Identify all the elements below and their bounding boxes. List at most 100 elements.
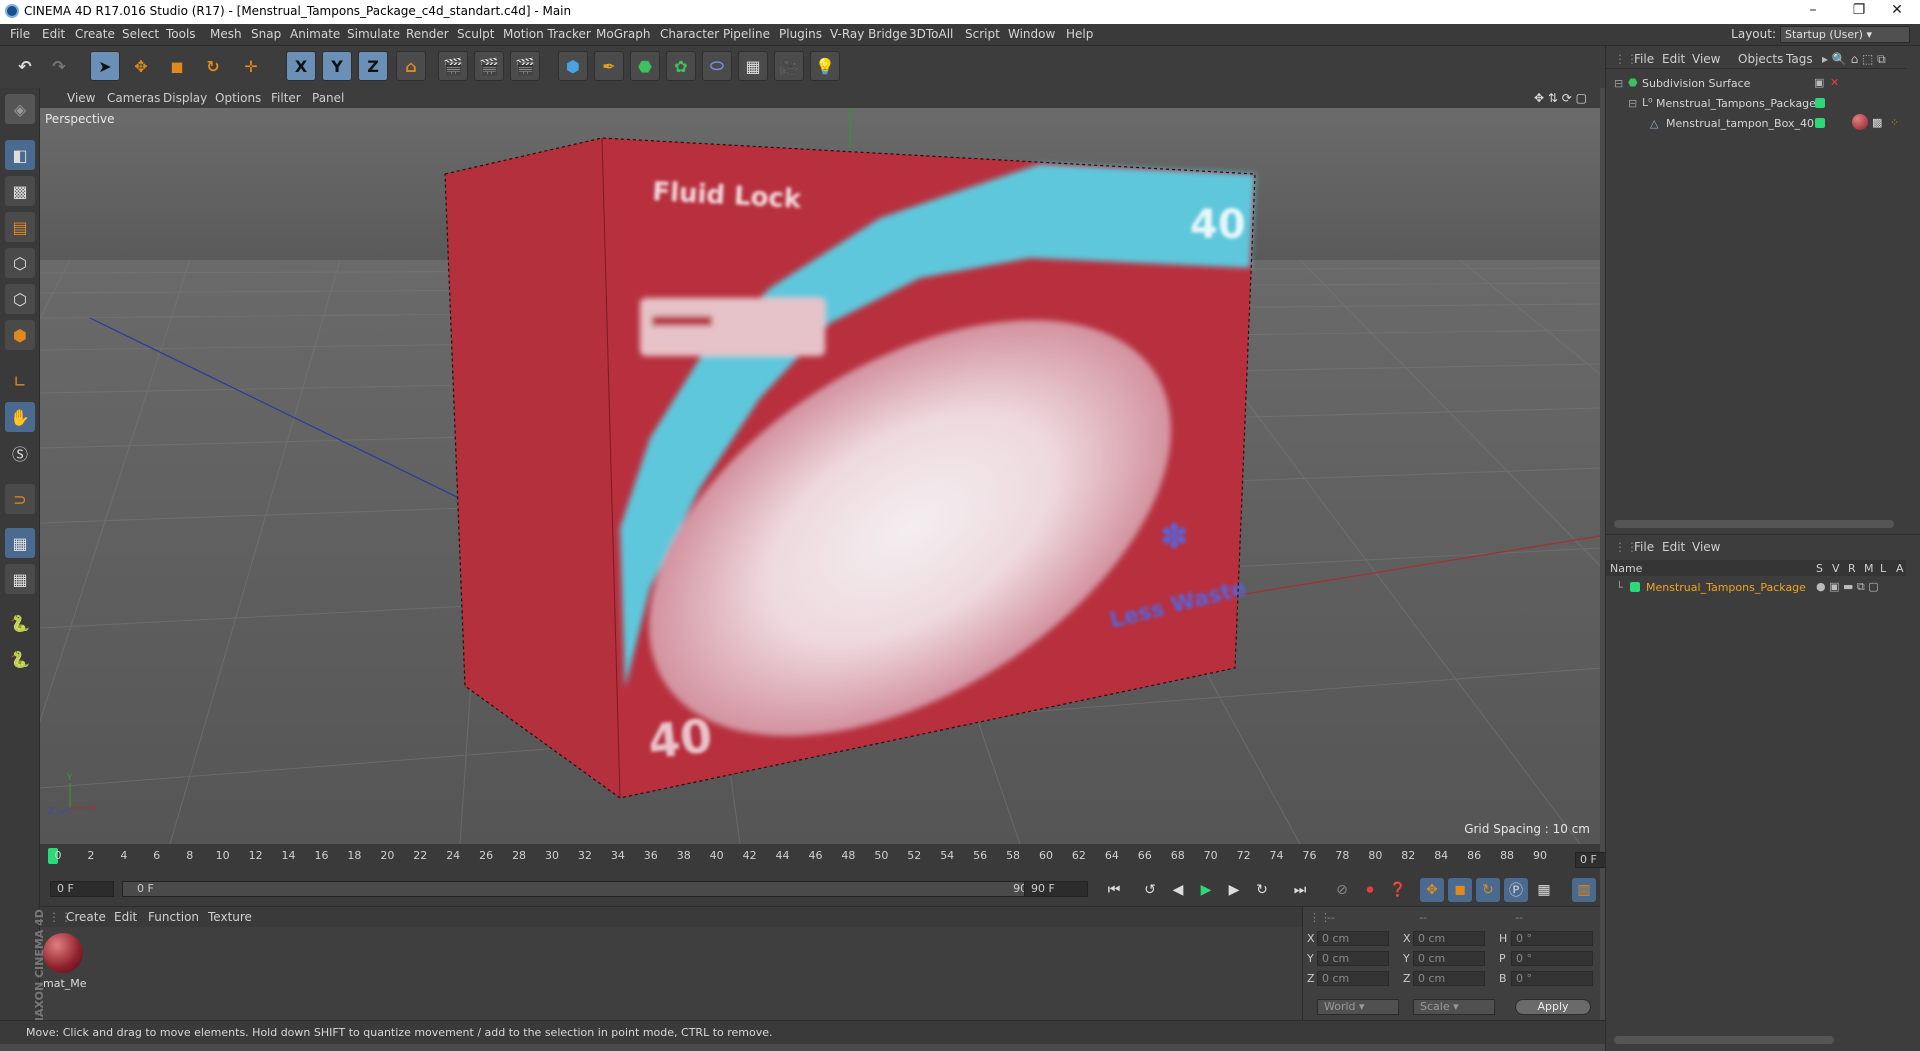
close-button[interactable]: ✕ (1874, 2, 1920, 18)
menu-vray-bridge[interactable]: V-Ray Bridge (830, 27, 907, 41)
material-tag-icon[interactable] (1852, 114, 1868, 130)
points-mode-icon[interactable]: ⬡ (5, 248, 35, 278)
subdivision-surface-icon[interactable]: ⬣ (630, 51, 660, 81)
coordinate-system-icon[interactable]: ⌂ (396, 51, 426, 81)
edges-mode-icon[interactable]: ⬡ (5, 284, 35, 314)
material-name[interactable]: mat_Me (43, 977, 87, 990)
pos-z-field[interactable]: 0 cm (1317, 971, 1389, 986)
viewport-menu-options[interactable]: Options (215, 91, 261, 105)
workplane-mode-icon[interactable]: ▤ (5, 212, 35, 242)
apply-button[interactable]: Apply (1515, 999, 1591, 1015)
undo-icon[interactable]: ↶ (10, 51, 40, 81)
objects-menu-view[interactable]: View (1692, 52, 1720, 66)
layer-row-tampons-package[interactable]: Menstrual_Tampons_Package (1646, 581, 1806, 594)
coordinate-mode-select[interactable]: World ▾ (1317, 999, 1399, 1015)
cube-object-icon[interactable]: ⬢ (558, 51, 588, 81)
go-to-start-icon[interactable]: ⏮ (1102, 878, 1126, 902)
spline-pen-icon[interactable]: ✒ (594, 51, 624, 81)
pos-y-field[interactable]: 0 cm (1317, 951, 1389, 966)
menu-create[interactable]: Create (75, 27, 115, 41)
polygons-mode-icon[interactable]: ⬢ (5, 320, 35, 350)
timeline-ruler[interactable]: 0 2 4 6 8 10 12 14 16 18 20 22 24 26 28 30 32 34 36 38 40 42 4… (40, 844, 1639, 872)
menu-character[interactable]: Character (660, 27, 719, 41)
menu-motion-tracker[interactable]: Motion Tracker (503, 27, 591, 41)
menu-pipeline[interactable]: Pipeline (723, 27, 770, 41)
floor-icon[interactable]: ▦ (738, 51, 768, 81)
menu-3dtoall[interactable]: 3DToAll (909, 27, 953, 41)
python-script-icon[interactable]: 🐍 (5, 644, 35, 674)
perspective-viewport[interactable]: Fluid Lock 40 40 Less Waste ✽ Y X Z Pers… (40, 108, 1600, 844)
deformer-icon[interactable]: ⬭ (702, 51, 732, 81)
make-editable-icon[interactable]: ◈ (5, 94, 35, 124)
solo-icon[interactable]: Ⓢ (5, 438, 35, 468)
texture-tag-icon[interactable]: ▩ (1872, 116, 1882, 129)
objects-menu-edit[interactable]: Edit (1662, 52, 1685, 66)
phong-tag-icon[interactable]: ⁘ (1890, 116, 1899, 129)
viewport-menu-view[interactable]: View (67, 91, 95, 105)
texture-mode-icon[interactable]: ▩ (5, 176, 35, 206)
menu-animate[interactable]: Animate (290, 27, 340, 41)
subdivision-visibility-icon[interactable]: ▣ (1814, 76, 1824, 89)
frame-range-slider[interactable]: 0 F 90 F (122, 881, 1052, 897)
material-menu-function[interactable]: Function (148, 910, 199, 924)
material-menu-edit[interactable]: Edit (114, 910, 137, 924)
next-key-icon[interactable]: ↻ (1250, 878, 1274, 902)
minimize-button[interactable]: – (1790, 2, 1836, 18)
layers-menu-edit[interactable]: Edit (1662, 540, 1685, 554)
workplane-icon[interactable]: ▦ (5, 564, 35, 594)
menu-mograph[interactable]: MoGraph (596, 27, 651, 41)
axis-z-button[interactable]: Z (358, 51, 388, 81)
object-subdivision-surface[interactable]: Subdivision Surface (1642, 77, 1750, 90)
layout-select[interactable]: Startup (User) ▾ (1780, 26, 1910, 43)
rot-b-field[interactable]: 0 ° (1511, 971, 1593, 986)
objects-menu-file[interactable]: File (1634, 52, 1654, 66)
axis-x-button[interactable]: X (286, 51, 316, 81)
key-position-icon[interactable]: ✥ (1420, 878, 1444, 902)
record-key-icon[interactable]: ⏺ (1358, 878, 1382, 902)
menu-plugins[interactable]: Plugins (779, 27, 822, 41)
previous-key-icon[interactable]: ↺ (1138, 878, 1162, 902)
layers-horizontal-scrollbar[interactable] (1614, 1036, 1834, 1044)
model-mode-icon[interactable]: ◧ (5, 140, 35, 170)
material-menu-texture[interactable]: Texture (208, 910, 252, 924)
menu-sculpt[interactable]: Sculpt (457, 27, 494, 41)
play-icon[interactable]: ▶ (1194, 878, 1218, 902)
render-settings-icon[interactable]: 🎬 (510, 51, 540, 81)
menu-tools[interactable]: Tools (166, 27, 196, 41)
key-parameter-icon[interactable]: Ⓟ (1504, 878, 1528, 902)
object-tampon-box-40[interactable]: Menstrual_tampon_Box_40 (1666, 117, 1814, 130)
menu-window[interactable]: Window (1008, 27, 1055, 41)
pos-x-field[interactable]: 0 cm (1317, 931, 1389, 946)
size-y-field[interactable]: 0 cm (1413, 951, 1485, 966)
transform-icon[interactable]: ✛ (236, 51, 266, 81)
objects-horizontal-scrollbar[interactable] (1614, 520, 1894, 528)
menu-simulate[interactable]: Simulate (347, 27, 400, 41)
subdivision-disabled-icon[interactable]: ✕ (1830, 76, 1839, 89)
go-to-end-icon[interactable]: ⏭ (1288, 878, 1312, 902)
menu-snap[interactable]: Snap (251, 27, 281, 41)
light-icon[interactable]: 💡 (810, 51, 840, 81)
tweak-mode-icon[interactable]: ✋ (5, 402, 35, 432)
select-arrow-icon[interactable]: ➤ (90, 51, 120, 81)
viewport-nav-icons[interactable]: ✥ ⇅ ⟳ ▢ (1534, 91, 1587, 105)
end-frame-field[interactable]: 90 F (1024, 881, 1088, 897)
next-frame-icon[interactable]: ▶ (1222, 878, 1246, 902)
layer-row-flags[interactable]: ● ▣ ▬ ⧉ ▢ (1816, 580, 1879, 594)
render-picture-viewer-icon[interactable]: 🎬 (474, 51, 504, 81)
viewport-menu-cameras[interactable]: Cameras (107, 91, 160, 105)
layers-menu-file[interactable]: File (1634, 540, 1654, 554)
object-tampons-package[interactable]: Menstrual_Tampons_Package (1656, 97, 1816, 110)
objects-menu-objects[interactable]: Objects (1738, 52, 1783, 66)
render-view-icon[interactable]: 🎬 (438, 51, 468, 81)
viewport-menu-filter[interactable]: Filter (271, 91, 301, 105)
snap-magnet-icon[interactable]: ⊃ (5, 484, 35, 514)
viewport-menu-display[interactable]: Display (163, 91, 207, 105)
objects-toolbar-icons[interactable]: ▸ 🔍 ⌂ ⬚ ⧉ (1822, 52, 1886, 67)
size-mode-select[interactable]: Scale ▾ (1413, 999, 1495, 1015)
key-rotation-icon[interactable]: ↻ (1476, 878, 1500, 902)
axis-mode-icon[interactable]: ∟ (5, 366, 35, 396)
menu-file[interactable]: File (10, 27, 30, 41)
size-x-field[interactable]: 0 cm (1413, 931, 1485, 946)
menu-render[interactable]: Render (406, 27, 449, 41)
previous-frame-icon[interactable]: ◀ (1166, 878, 1190, 902)
